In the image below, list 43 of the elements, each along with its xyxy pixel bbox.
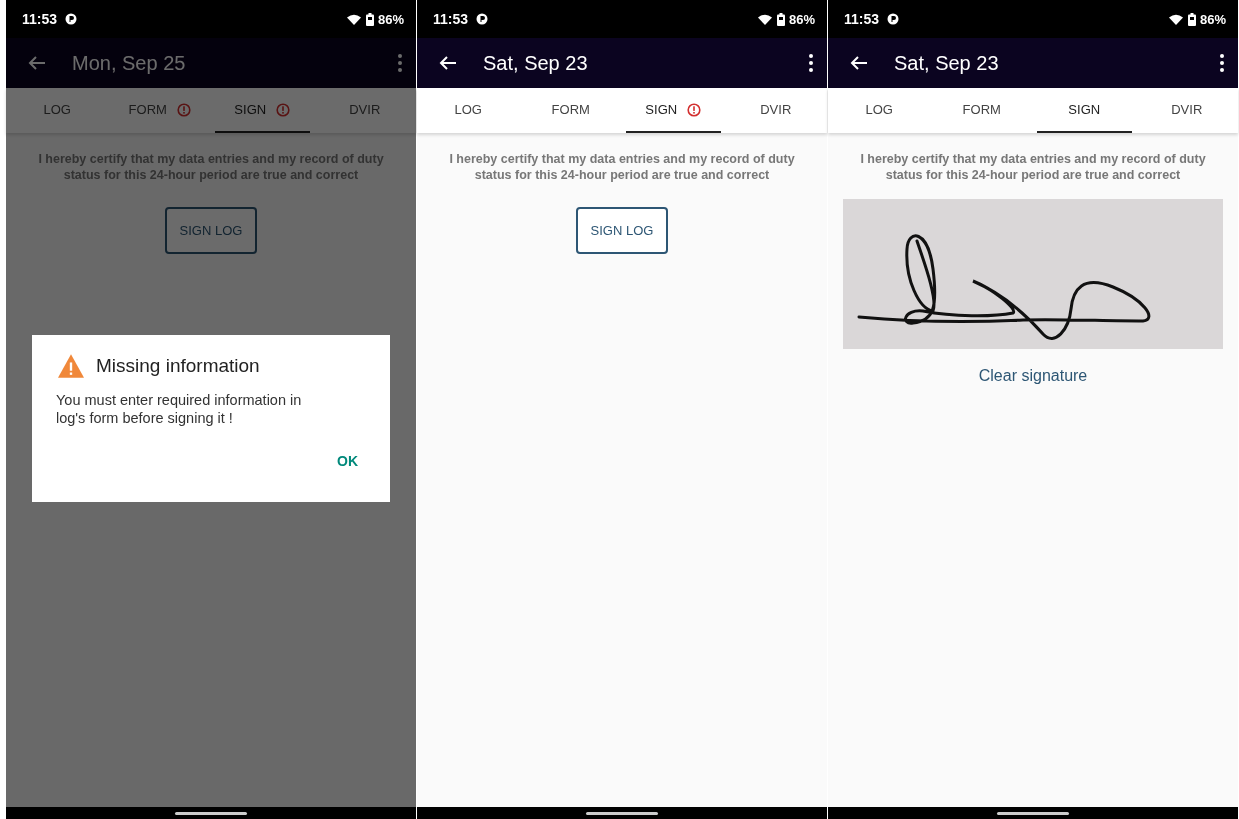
status-time: 11:53 bbox=[844, 11, 880, 27]
notification-icon bbox=[887, 13, 900, 25]
tab[interactable]: FORM bbox=[523, 88, 618, 133]
battery-icon bbox=[365, 12, 374, 26]
battery-percent: 86% bbox=[788, 11, 815, 27]
home-indicator[interactable] bbox=[586, 811, 658, 815]
screen-title: Sat, Sep 23 bbox=[483, 51, 589, 75]
battery-percent: 86% bbox=[1199, 11, 1226, 27]
certification-text: I hereby certify that my data entries and my record of duty status for this 24-hour period are true and correct bbox=[448, 151, 796, 183]
dialog-title: Missing information bbox=[96, 355, 260, 377]
status-time: 11:53 bbox=[433, 11, 469, 27]
warning-icon bbox=[56, 353, 86, 379]
tab[interactable]: LOG bbox=[421, 88, 516, 133]
battery-percent: 86% bbox=[377, 11, 404, 27]
tab[interactable]: DVIR bbox=[728, 88, 823, 133]
signature-pad[interactable] bbox=[843, 199, 1223, 349]
tab[interactable]: SIGN bbox=[1037, 88, 1132, 133]
battery-icon bbox=[776, 12, 785, 26]
clear-signature-link[interactable]: Clear signature bbox=[978, 367, 1088, 385]
certification-text: I hereby certify that my data entries and my record of duty status for this 24-hour period are true and correct bbox=[859, 151, 1207, 183]
battery-icon bbox=[1187, 12, 1196, 26]
back-arrow-icon[interactable] bbox=[850, 55, 868, 71]
wifi-icon bbox=[757, 13, 772, 25]
dialog-message: You must enter required information in log's form before signing it ! bbox=[56, 391, 303, 427]
tab[interactable]: FORM bbox=[934, 88, 1029, 133]
wifi-icon bbox=[346, 13, 361, 25]
home-indicator[interactable] bbox=[175, 811, 247, 815]
tab[interactable]: DVIR bbox=[1139, 88, 1234, 133]
more-options-icon[interactable] bbox=[1220, 54, 1224, 72]
back-arrow-icon[interactable] bbox=[439, 55, 457, 71]
tab[interactable]: SIGN bbox=[215, 88, 310, 133]
tab[interactable]: LOG bbox=[832, 88, 927, 133]
tab[interactable]: SIGN bbox=[626, 88, 721, 133]
notification-icon bbox=[476, 13, 489, 25]
sign-log-button[interactable]: SIGN LOG bbox=[576, 207, 668, 254]
wifi-icon bbox=[1168, 13, 1183, 25]
more-options-icon[interactable] bbox=[809, 54, 813, 72]
status-time: 11:53 bbox=[22, 11, 58, 27]
notification-icon bbox=[65, 13, 78, 25]
home-indicator[interactable] bbox=[997, 811, 1069, 815]
ok-button[interactable]: OK bbox=[327, 449, 368, 473]
screen-title: Mon, Sep 25 bbox=[72, 51, 187, 75]
screen-title: Sat, Sep 23 bbox=[894, 51, 1000, 75]
